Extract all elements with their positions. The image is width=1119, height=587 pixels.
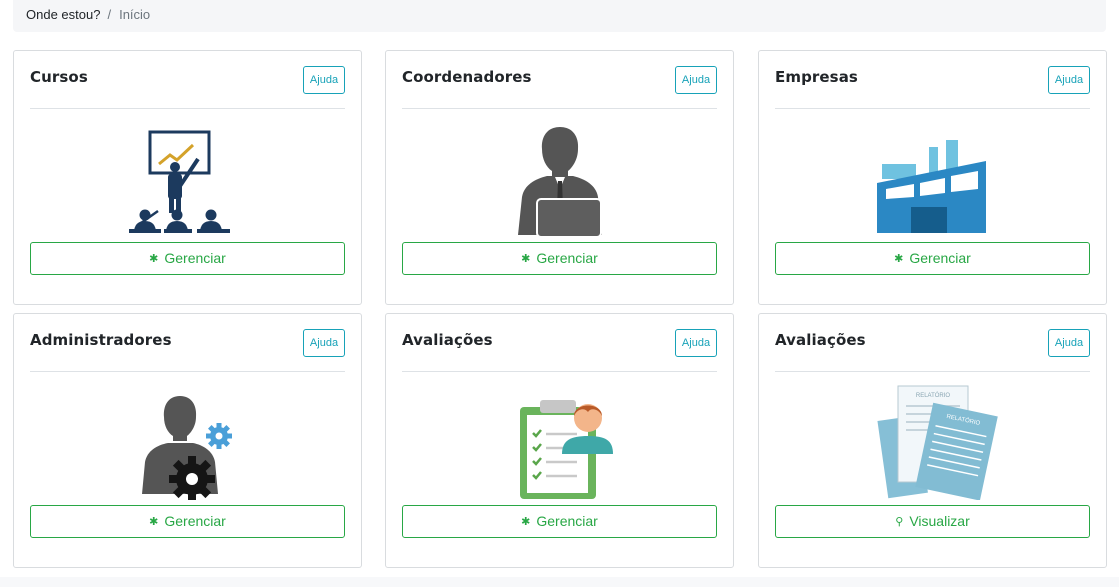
card-avaliacoes-manage: Avaliações Ajuda ✱ Gerenciar	[385, 313, 734, 568]
help-button[interactable]: Ajuda	[675, 329, 717, 357]
gear-icon: ✱	[521, 253, 531, 265]
card-divider	[775, 108, 1090, 109]
manage-button-label: Gerenciar	[164, 250, 226, 266]
coordinator-at-laptop-illustration	[517, 127, 602, 237]
manage-button[interactable]: ✱ Gerenciar	[402, 242, 717, 275]
report-label: RELATÓRIO	[915, 392, 950, 399]
card-title: Avaliações	[775, 331, 866, 349]
card-title: Avaliações	[402, 331, 493, 349]
card-title: Empresas	[775, 68, 858, 86]
breadcrumb: Onde estou? / Início	[13, 0, 1106, 32]
card-divider	[30, 371, 345, 372]
breadcrumb-label: Onde estou?	[26, 7, 101, 22]
help-button[interactable]: Ajuda	[675, 66, 717, 94]
card-title: Administradores	[30, 331, 172, 349]
card-coordenadores: Coordenadores Ajuda ✱ Gerenciar	[385, 50, 734, 305]
factory-building-illustration	[876, 140, 986, 233]
breadcrumb-current-page[interactable]: Início	[119, 7, 150, 22]
manage-button[interactable]: ✱ Gerenciar	[30, 242, 345, 275]
card-title: Cursos	[30, 68, 88, 86]
card-divider	[30, 108, 345, 109]
footer-strip	[0, 577, 1119, 587]
manage-button-label: Gerenciar	[909, 250, 971, 266]
checklist-clipboard-illustration	[519, 400, 613, 499]
manage-button[interactable]: ✱ Gerenciar	[30, 505, 345, 538]
help-button[interactable]: Ajuda	[1048, 66, 1090, 94]
card-divider	[402, 108, 717, 109]
card-divider	[775, 371, 1090, 372]
manage-button-label: Gerenciar	[164, 513, 226, 529]
report-documents-illustration: RELATÓRIO RELATÓRIO	[876, 385, 998, 500]
manage-button[interactable]: ✱ Gerenciar	[775, 242, 1090, 275]
manage-button-label: Gerenciar	[536, 250, 598, 266]
manage-button[interactable]: ✱ Gerenciar	[402, 505, 717, 538]
card-empresas: Empresas Ajuda ✱ Gerenciar	[758, 50, 1107, 305]
card-cursos: Cursos Ajuda ✱ Gerenciar	[13, 50, 362, 305]
gear-icon: ✱	[149, 516, 159, 528]
card-administradores: Administradores Ajuda ✱ Gerenciar	[13, 313, 362, 568]
admin-with-gears-illustration	[141, 396, 232, 500]
help-button[interactable]: Ajuda	[1048, 329, 1090, 357]
card-divider	[402, 371, 717, 372]
magnifier-icon: ⚲	[895, 516, 904, 528]
gear-icon: ✱	[149, 253, 159, 265]
gear-icon: ✱	[521, 516, 531, 528]
card-title: Coordenadores	[402, 68, 532, 86]
card-avaliacoes-view: Avaliações Ajuda RELATÓRIO RELATÓRIO ⚲ Vi…	[758, 313, 1107, 568]
help-button[interactable]: Ajuda	[303, 66, 345, 94]
help-button[interactable]: Ajuda	[303, 329, 345, 357]
classroom-presentation-illustration	[128, 130, 230, 233]
gear-icon: ✱	[894, 253, 904, 265]
view-button[interactable]: ⚲ Visualizar	[775, 505, 1090, 538]
view-button-label: Visualizar	[909, 513, 970, 529]
manage-button-label: Gerenciar	[536, 513, 598, 529]
breadcrumb-separator: /	[107, 7, 112, 22]
